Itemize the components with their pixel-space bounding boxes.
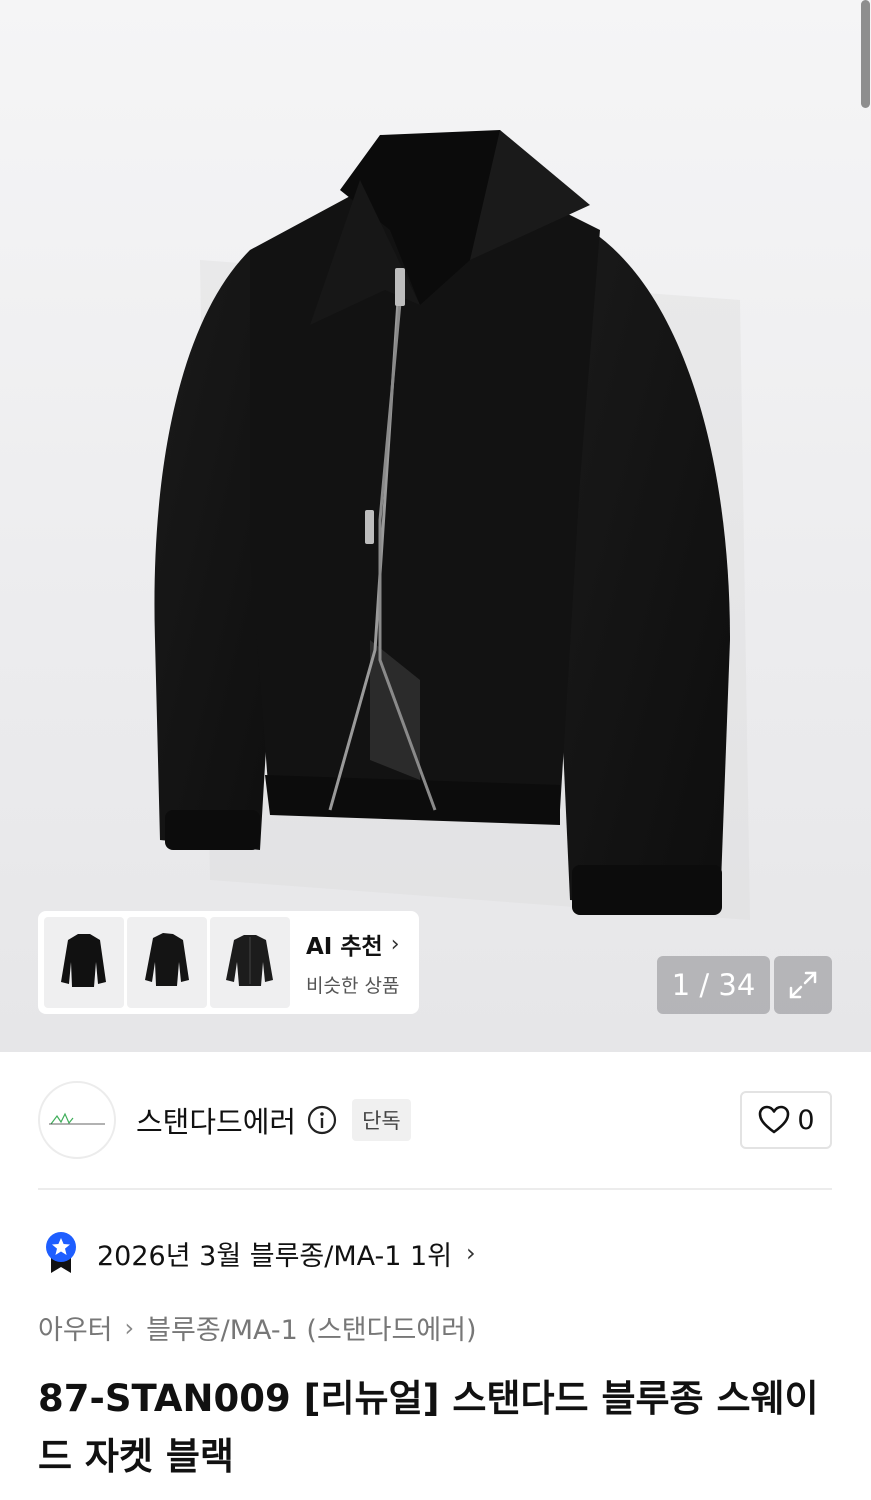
ranking-link[interactable]: 2026년 3월 블루종/MA-1 1위 › [45,1228,476,1278]
jacket-thumbnail-icon [145,932,189,986]
chevron-right-icon: › [466,1239,476,1267]
jacket-thumbnail-icon [61,933,106,987]
expand-button[interactable] [774,956,832,1014]
brand-name[interactable]: 스탠다드에러 [136,1099,296,1141]
info-icon[interactable] [306,1104,338,1136]
divider [38,1188,832,1190]
product-image [154,130,750,920]
chevron-right-icon: › [390,931,400,957]
image-counter: 1 / 34 [657,956,770,1014]
thumbnail-dark[interactable] [210,917,290,1008]
thumbnail-side[interactable] [127,917,207,1008]
jacket-thumbnail-icon [226,934,273,986]
ai-recommendation-title: AI 추천 [306,934,383,960]
like-button[interactable]: 0 [740,1091,832,1149]
similar-products-strip[interactable]: AI 추천 › 비슷한 상품 [38,911,419,1014]
like-count: 0 [797,1104,815,1136]
breadcrumb: 아우터 › 블루종/MA-1 (스탠다드에러) [38,1308,477,1347]
exclusive-badge: 단독 [352,1099,411,1141]
ai-recommendation-subtitle: 비슷한 상품 [306,975,400,997]
ranking-badge-icon [46,1232,76,1273]
heart-icon [759,1105,790,1134]
product-gallery[interactable]: AI 추천 › 비슷한 상품 1 / 34 [0,0,871,1052]
ranking-text: 2026년 3월 블루종/MA-1 1위 [97,1240,453,1272]
brand-row: 스탠다드에러 단독 0 [38,1080,832,1160]
scrollbar-thumb[interactable] [861,0,870,108]
thumbnail-front[interactable] [44,917,124,1008]
expand-icon [789,971,817,999]
product-title: 87-STAN009 [리뉴얼] 스탠다드 블루종 스웨이드 자켓 블랙 [38,1377,819,1478]
ai-title-row: AI 추천 › [306,927,400,961]
brand-logo[interactable] [38,1081,116,1159]
breadcrumb-subcategory[interactable]: 블루종/MA-1 (스탠다드에러) [146,1308,476,1347]
chevron-right-icon: › [124,1313,135,1342]
breadcrumb-category[interactable]: 아우터 [38,1308,113,1347]
ai-recommendation-link[interactable]: AI 추천 › 비슷한 상품 [306,927,400,998]
scrollbar[interactable] [860,0,871,1500]
brand-logo-mark [49,1112,105,1125]
